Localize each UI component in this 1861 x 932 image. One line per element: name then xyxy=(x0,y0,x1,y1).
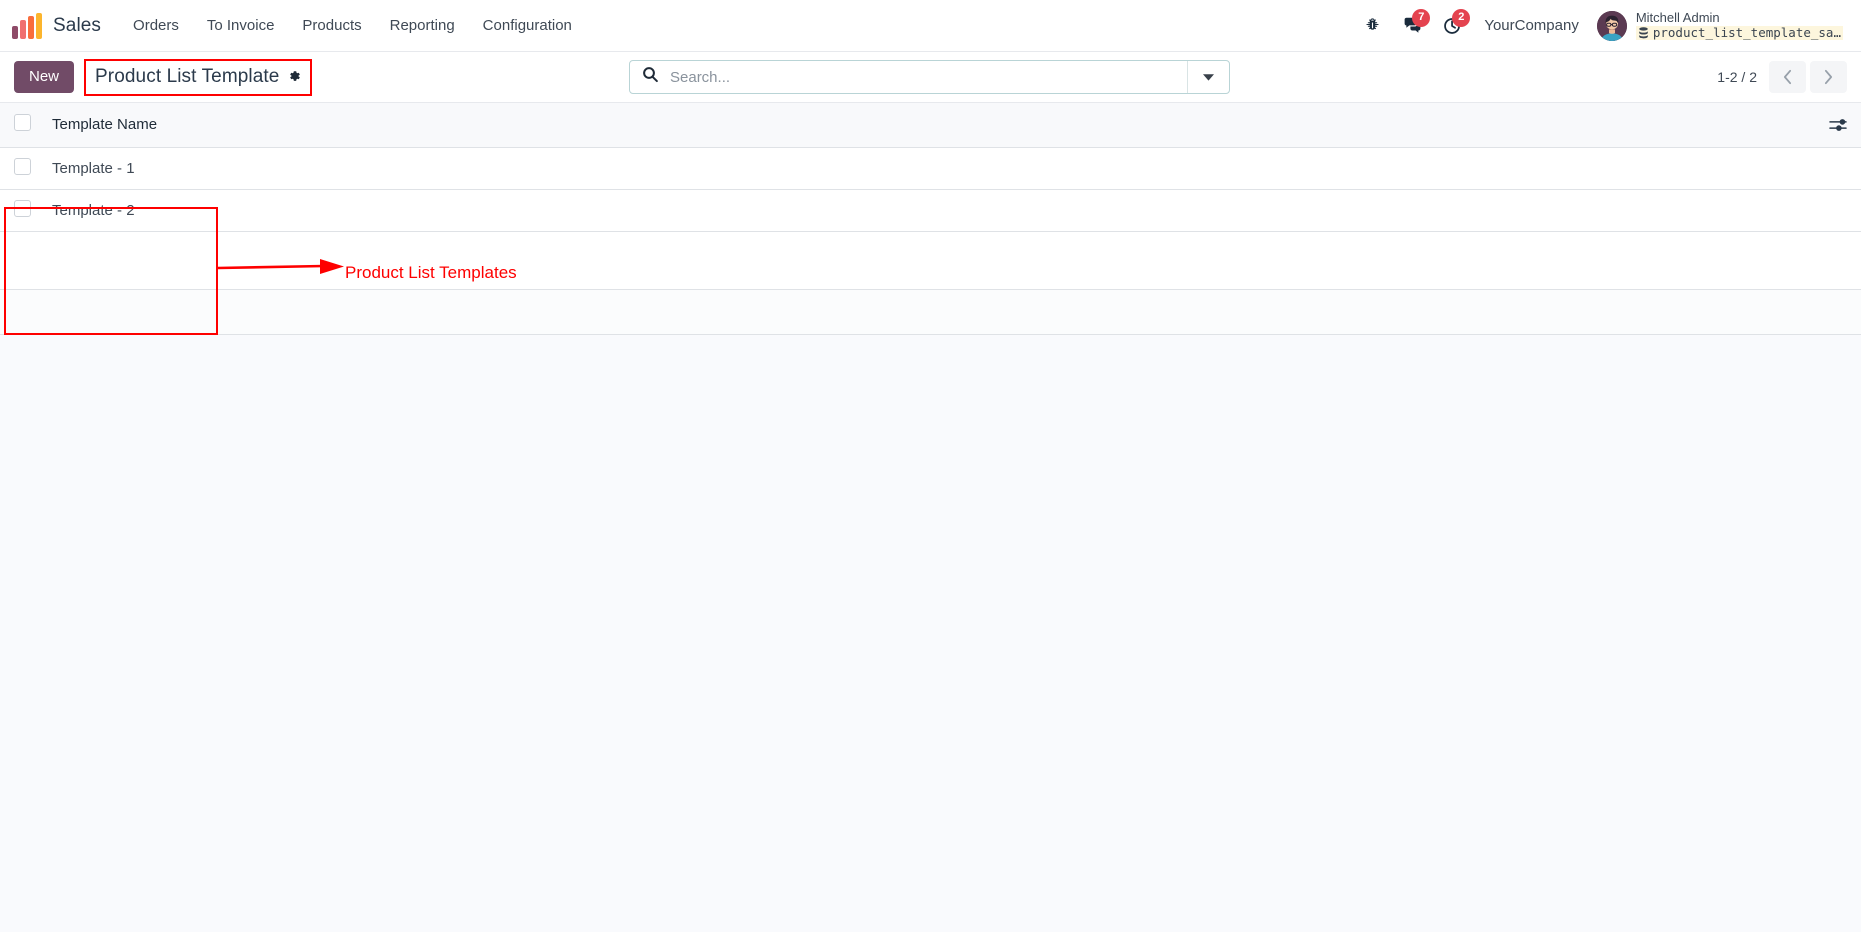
app-brand[interactable]: Sales xyxy=(12,12,102,39)
activities-badge: 2 xyxy=(1452,8,1471,27)
odoo-bars-logo-icon xyxy=(12,12,42,39)
search-input-wrap[interactable] xyxy=(630,61,1187,93)
page-title: Product List Template xyxy=(95,65,280,87)
empty-cell xyxy=(0,231,42,290)
empty-cell xyxy=(42,231,1861,290)
menu-item-configuration[interactable]: Configuration xyxy=(469,10,586,41)
footer-cell xyxy=(42,289,1861,335)
records-table: Template Name Template - 1 Template - 2 xyxy=(0,103,1861,335)
top-navbar: Sales Orders To Invoice Products Reporti… xyxy=(0,0,1861,52)
cell-template-name[interactable]: Template - 2 xyxy=(42,189,1861,232)
footer-cell xyxy=(0,289,42,335)
search-input[interactable] xyxy=(670,68,1175,86)
database-icon xyxy=(1639,27,1648,39)
column-header-template-name[interactable]: Template Name xyxy=(42,103,1861,148)
chevron-down-icon xyxy=(1203,74,1214,81)
control-panel: New Product List Template 1- xyxy=(0,52,1861,103)
menu-item-reporting[interactable]: Reporting xyxy=(376,10,469,41)
row-checkbox[interactable] xyxy=(14,157,31,175)
menu-item-orders[interactable]: Orders xyxy=(119,10,193,41)
company-switcher[interactable]: YourCompany xyxy=(1472,10,1591,41)
navbar-systray: 7 2 YourCompany Mitchell Admin product_l… xyxy=(1352,7,1847,45)
chevron-left-icon xyxy=(1783,69,1792,85)
pager-previous-button[interactable] xyxy=(1769,61,1806,93)
row-select-cell xyxy=(0,147,42,190)
search-icon xyxy=(642,66,659,88)
activity-clock-icon[interactable]: 2 xyxy=(1432,7,1472,45)
database-name: product_list_template_sa… xyxy=(1652,25,1841,40)
database-chip: product_list_template_sa… xyxy=(1635,25,1843,41)
pager: 1-2 / 2 xyxy=(1717,61,1847,93)
search-dropdown-toggle[interactable] xyxy=(1187,61,1229,93)
app-name: Sales xyxy=(53,14,102,36)
menu-item-to-invoice[interactable]: To Invoice xyxy=(193,10,289,41)
table-row[interactable]: Template - 2 xyxy=(0,189,1861,232)
bug-icon[interactable] xyxy=(1352,7,1392,45)
new-button[interactable]: New xyxy=(14,61,75,93)
main-menu: Orders To Invoice Products Reporting Con… xyxy=(119,10,586,41)
row-checkbox[interactable] xyxy=(14,199,31,217)
sliders-icon[interactable] xyxy=(1825,114,1851,136)
table-body: Template - 1 Template - 2 xyxy=(0,147,1861,290)
table-header-row: Template Name xyxy=(0,103,1861,148)
table-footer-row xyxy=(0,289,1861,335)
pager-next-button[interactable] xyxy=(1810,61,1847,93)
row-select-cell xyxy=(0,189,42,232)
chevron-right-icon xyxy=(1824,69,1833,85)
pager-label: 1-2 / 2 xyxy=(1717,69,1757,85)
select-all-cell xyxy=(0,103,42,148)
avatar xyxy=(1596,10,1627,41)
user-name: Mitchell Admin xyxy=(1635,9,1720,25)
search-bar[interactable] xyxy=(629,60,1230,94)
list-view: Template Name Template - 1 Template - 2 xyxy=(0,103,1861,335)
messages-badge: 7 xyxy=(1412,8,1431,27)
messages-icon[interactable]: 7 xyxy=(1392,7,1432,45)
table-row[interactable]: Template - 1 xyxy=(0,147,1861,190)
breadcrumb[interactable]: Product List Template xyxy=(84,58,313,96)
cell-template-name[interactable]: Template - 1 xyxy=(42,147,1861,190)
select-all-checkbox[interactable] xyxy=(14,114,31,132)
table-foot xyxy=(0,289,1861,335)
user-menu[interactable]: Mitchell Admin product_list_template_sa… xyxy=(1591,9,1847,43)
gear-icon[interactable] xyxy=(287,69,301,85)
menu-item-products[interactable]: Products xyxy=(288,10,375,41)
table-empty-row xyxy=(0,231,1861,290)
table-head: Template Name xyxy=(0,103,1861,148)
